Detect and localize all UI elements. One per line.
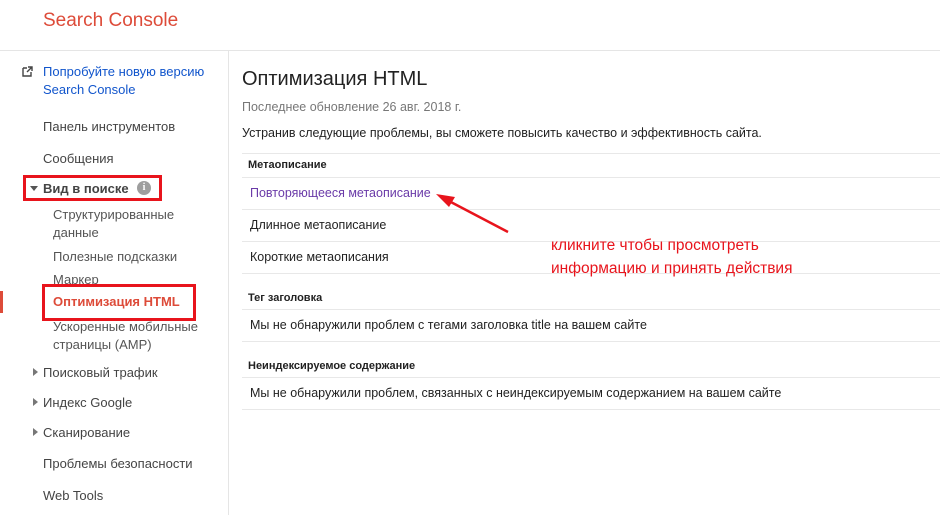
annotation-callout: кликните чтобы просмотреть информацию и …: [551, 234, 792, 280]
callout-line-2: информацию и принять действия: [551, 260, 793, 277]
annotation-arrow: [436, 194, 509, 234]
callout-line-1: кликните чтобы просмотреть: [551, 237, 759, 254]
